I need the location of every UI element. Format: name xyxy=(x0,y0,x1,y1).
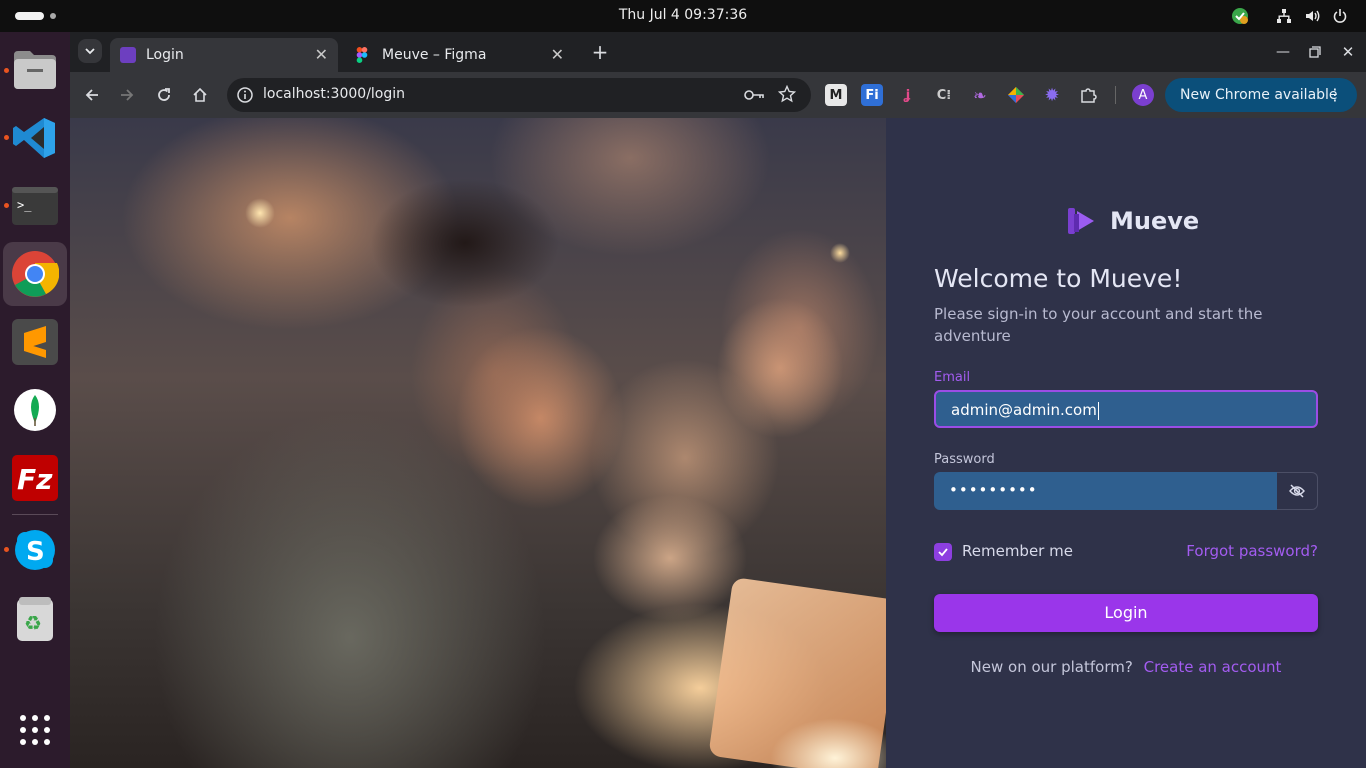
remember-me-label[interactable]: Remember me xyxy=(962,542,1073,560)
browser-toolbar: localhost:3000/login M Fi ʝ C⁞ ❧ ✹ A New… xyxy=(70,72,1366,118)
email-value: admin@admin.com xyxy=(951,401,1097,419)
vscode-app-icon[interactable] xyxy=(11,114,59,162)
page-viewport: Mueve Welcome to Mueve! Please sign-in t… xyxy=(70,118,1366,768)
update-chrome-label: New Chrome available xyxy=(1180,87,1338,103)
sublime-text-app-icon[interactable] xyxy=(11,318,59,366)
extensions-puzzle-icon[interactable] xyxy=(1077,84,1099,106)
eye-off-icon xyxy=(1289,484,1305,498)
toggle-password-visibility[interactable] xyxy=(1277,472,1318,510)
svg-text:S: S xyxy=(26,537,45,567)
extension-sun-icon[interactable]: ✹ xyxy=(1041,84,1063,106)
toolbar-divider xyxy=(1115,86,1116,104)
chevron-down-icon xyxy=(85,48,95,55)
power-icon[interactable] xyxy=(1330,6,1350,26)
tab-strip: Login ✕ Meuve – Figma ✕ + — ✕ xyxy=(70,32,1366,72)
arrow-right-icon xyxy=(121,89,134,101)
bokeh-light xyxy=(245,198,275,228)
svg-text:>_: >_ xyxy=(17,198,32,212)
extension-m-icon[interactable]: M xyxy=(825,84,847,106)
files-app-icon[interactable] xyxy=(11,46,59,94)
update-chrome-button[interactable]: New Chrome available ⋮ xyxy=(1165,78,1357,112)
mueve-logo-icon xyxy=(1068,208,1094,234)
browser-window: Login ✕ Meuve – Figma ✕ + — ✕ localhost:… xyxy=(70,32,1366,768)
login-panel: Mueve Welcome to Mueve! Please sign-in t… xyxy=(886,118,1366,768)
extension-feather-icon[interactable]: ❧ xyxy=(969,84,991,106)
email-input[interactable]: admin@admin.com xyxy=(934,390,1318,428)
shield-update-icon[interactable] xyxy=(1230,6,1250,26)
extension-c-icon[interactable]: C⁞ xyxy=(933,84,955,106)
welcome-heading: Welcome to Mueve! xyxy=(934,264,1183,293)
reload-icon xyxy=(158,88,170,101)
url-text: localhost:3000/login xyxy=(263,86,406,102)
welcome-subtitle: Please sign-in to your account and start… xyxy=(934,305,1263,345)
check-icon xyxy=(938,548,948,557)
text-cursor xyxy=(1097,401,1099,420)
mongodb-compass-app-icon[interactable] xyxy=(11,386,59,434)
site-info-icon[interactable] xyxy=(236,86,254,108)
close-window-button[interactable]: ✕ xyxy=(1335,39,1361,65)
tab-title: Login xyxy=(146,47,184,63)
trash-app-icon[interactable]: ♻ xyxy=(11,594,59,642)
father-hair xyxy=(370,178,560,308)
running-indicator xyxy=(4,547,9,552)
bookmark-star-icon[interactable] xyxy=(777,84,797,107)
home-button[interactable] xyxy=(187,82,213,108)
email-label: Email xyxy=(934,370,971,385)
svg-text:Fz: Fz xyxy=(17,463,53,496)
reload-button[interactable] xyxy=(151,82,177,108)
more-vert-icon[interactable]: ⋮ xyxy=(1327,78,1343,112)
app-dock: >_ Fz S ♻ xyxy=(0,32,70,768)
network-icon[interactable] xyxy=(1274,6,1294,26)
brand-logo: Mueve xyxy=(1066,206,1199,236)
home-icon xyxy=(193,87,207,102)
tab-login[interactable]: Login ✕ xyxy=(110,38,338,72)
tab-title: Meuve – Figma xyxy=(382,47,487,63)
system-clock[interactable]: Thu Jul 4 09:37:36 xyxy=(0,7,1366,23)
password-input[interactable]: ••••••••• xyxy=(934,472,1277,510)
signup-prompt: New on our platform? Create an account xyxy=(886,658,1366,676)
volume-icon[interactable] xyxy=(1302,6,1322,26)
address-bar[interactable]: localhost:3000/login xyxy=(227,78,811,112)
mueve-icon xyxy=(120,47,136,63)
family-hero-image xyxy=(70,118,886,768)
profile-avatar[interactable]: A xyxy=(1132,84,1154,106)
extension-hook-icon[interactable]: ʝ xyxy=(897,84,919,106)
app-grid-icon[interactable] xyxy=(11,706,59,754)
extension-color-icon[interactable] xyxy=(1005,84,1027,106)
running-indicator xyxy=(4,68,9,73)
extension-fi-icon[interactable]: Fi xyxy=(861,84,883,106)
tab-search-button[interactable] xyxy=(78,39,102,63)
arrow-left-icon xyxy=(85,89,98,101)
tab-figma[interactable]: Meuve – Figma ✕ xyxy=(346,38,574,72)
new-tab-button[interactable]: + xyxy=(587,39,613,65)
create-account-link[interactable]: Create an account xyxy=(1144,658,1282,676)
remember-me-checkbox[interactable] xyxy=(934,543,952,561)
running-indicator xyxy=(4,203,9,208)
forward-button[interactable] xyxy=(114,82,140,108)
chrome-app-icon[interactable] xyxy=(3,242,67,306)
signup-prompt-text: New on our platform? xyxy=(970,658,1133,676)
close-tab-icon[interactable]: ✕ xyxy=(551,45,564,64)
terminal-app-icon[interactable]: >_ xyxy=(11,182,59,230)
dock-separator xyxy=(12,514,58,515)
running-indicator xyxy=(4,135,9,140)
close-tab-icon[interactable]: ✕ xyxy=(315,45,328,64)
figma-icon xyxy=(356,47,372,63)
brand-name: Mueve xyxy=(1110,207,1200,235)
login-button[interactable]: Login xyxy=(934,594,1318,632)
system-top-bar: Thu Jul 4 09:37:36 xyxy=(0,0,1366,32)
child-face xyxy=(590,358,780,558)
maximize-button[interactable] xyxy=(1302,39,1328,65)
skype-app-icon[interactable]: S xyxy=(11,526,59,574)
filezilla-app-icon[interactable]: Fz xyxy=(11,454,59,502)
svg-text:♻: ♻ xyxy=(24,611,42,635)
password-key-icon[interactable] xyxy=(744,86,764,108)
back-button[interactable] xyxy=(79,82,105,108)
forgot-password-link[interactable]: Forgot password? xyxy=(1186,542,1318,560)
password-label: Password xyxy=(934,452,995,467)
minimize-button[interactable]: — xyxy=(1270,39,1296,65)
